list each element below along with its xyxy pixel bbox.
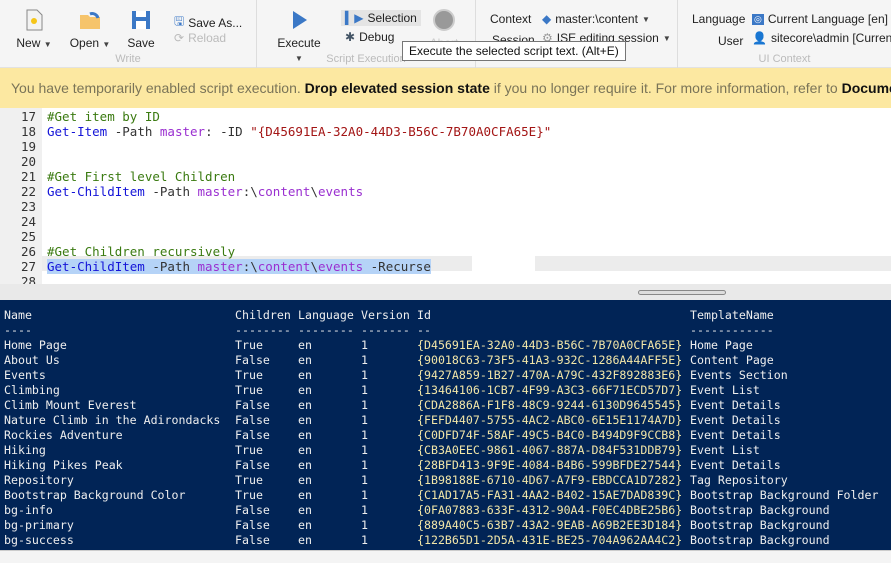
selection-play-icon: ▍▶ [345,11,364,25]
table-row: Climbing True en 1 {13464106-1CB7-4F99-A3C3-… [4,383,760,397]
table-row: Repository True en 1 {1B98188E-6710-4D67-A7F… [4,473,788,487]
debug-button[interactable]: ✱ Debug [345,30,394,44]
open-folder-icon [80,12,100,29]
line-number: 26 [20,244,36,259]
new-file-icon [26,9,43,31]
table-row: bg-info False en 1 {0FA07883-633F-4312-90A4-… [4,503,830,517]
code-line[interactable]: #Get Children recursively [47,244,235,259]
user-dropdown[interactable]: 👤 sitecore\admin [Current] [752,31,891,45]
code-line[interactable]: Get-Item -Path master: -ID "{D45691EA-32… [47,124,551,139]
table-row: About Us False en 1 {90018C63-73F5-41A3-932C… [4,353,774,367]
line-number: 25 [20,229,36,244]
table-row: Bootstrap Background Color True en 1 {C1AD17… [4,488,879,502]
ui-context-group: Language ◎Current Language [en]▼ User 👤s… [678,0,891,68]
table-row: Climb Mount Everest False en 1 {CDA2886A-F1F… [4,398,781,412]
write-group: New ▼ Open ▼ Save 🖫 Save As... ⟳ Reload Wr… [0,0,256,68]
line-number: 19 [20,139,36,154]
line-number: 18 [20,124,36,139]
line-number: 22 [20,184,36,199]
table-row: bg-primary False en 1 {889A40C5-63B7-43A2-9E… [4,518,830,532]
play-icon [293,11,307,29]
table-row: Hiking Pikes Peak False en 1 {28BFD413-9F9E-… [4,458,781,472]
script-editor[interactable]: 17 #Get item by ID 18 Get-Item -Path master… [0,108,891,289]
table-row: Home Page True en 1 {D45691EA-32A0-44D3-B56C… [4,338,753,352]
elevated-session-warning: You have temporarily enabled script exec… [0,68,891,108]
execute-selection-button[interactable]: ▍▶ Selection [341,10,421,26]
code-line[interactable]: Get-ChildItem -Path master:\content\even… [47,259,431,274]
table-header-underline: ---- -------- -------- ------- -- -----------… [4,323,774,337]
pane-splitter[interactable] [0,284,891,300]
documentation-link[interactable]: Documentation [842,80,891,96]
language-dropdown[interactable]: ◎Current Language [en]▼ [752,12,891,26]
line-number: 23 [20,199,36,214]
save-disk-icon [132,11,150,29]
table-row: bg-success False en 1 {122B65D1-2D5A-431E-BE… [4,533,830,547]
code-line[interactable]: #Get item by ID [47,109,160,124]
bug-icon: ✱ [345,30,356,44]
reload-button[interactable]: ⟳ Reload [174,31,226,45]
save-as-button[interactable]: 🖫 Save As... [174,12,242,33]
line-number: 21 [20,169,36,184]
table-row: Events True en 1 {9427A859-1B27-470A-A79C-43… [4,368,788,382]
line-number: 24 [20,214,36,229]
drop-elevated-session-link[interactable]: Drop elevated session state [305,80,490,96]
code-line[interactable]: #Get First level Children [47,169,235,184]
globe-icon: ◎ [752,13,764,25]
open-button[interactable]: Open ▼ [68,8,112,50]
line-number: 20 [20,154,36,169]
database-icon: ◆ [542,12,552,26]
output-console: Name Children Language Version Id TemplateNam… [0,300,891,550]
stop-icon [433,9,455,31]
table-row: Rockies Adventure False en 1 {C0DFD74F-58AF-… [4,428,781,442]
save-as-icon: 🖫 [174,14,185,28]
table-row: Hiking True en 1 {CB3A0EEC-9861-4067-887A-D8… [4,443,760,457]
new-button[interactable]: New ▼ [14,8,54,50]
user-icon: 👤 [752,31,767,45]
status-bar [0,550,891,563]
table-row: Nature Climb in the Adirondacks False en 1{… [4,413,781,427]
code-line[interactable]: Get-ChildItem -Path master:\content\even… [47,184,363,199]
splitter-handle[interactable] [638,290,726,295]
context-dropdown[interactable]: ◆ master:\content ▼ [542,12,650,26]
tooltip: Execute the selected script text. (Alt+E… [402,41,626,61]
line-number: 17 [20,109,36,124]
line-number: 27 [20,259,36,274]
reload-icon: ⟳ [174,31,185,45]
table-header: Name Children Language Version Id TemplateNam… [4,308,774,322]
save-button[interactable]: Save [126,8,156,50]
